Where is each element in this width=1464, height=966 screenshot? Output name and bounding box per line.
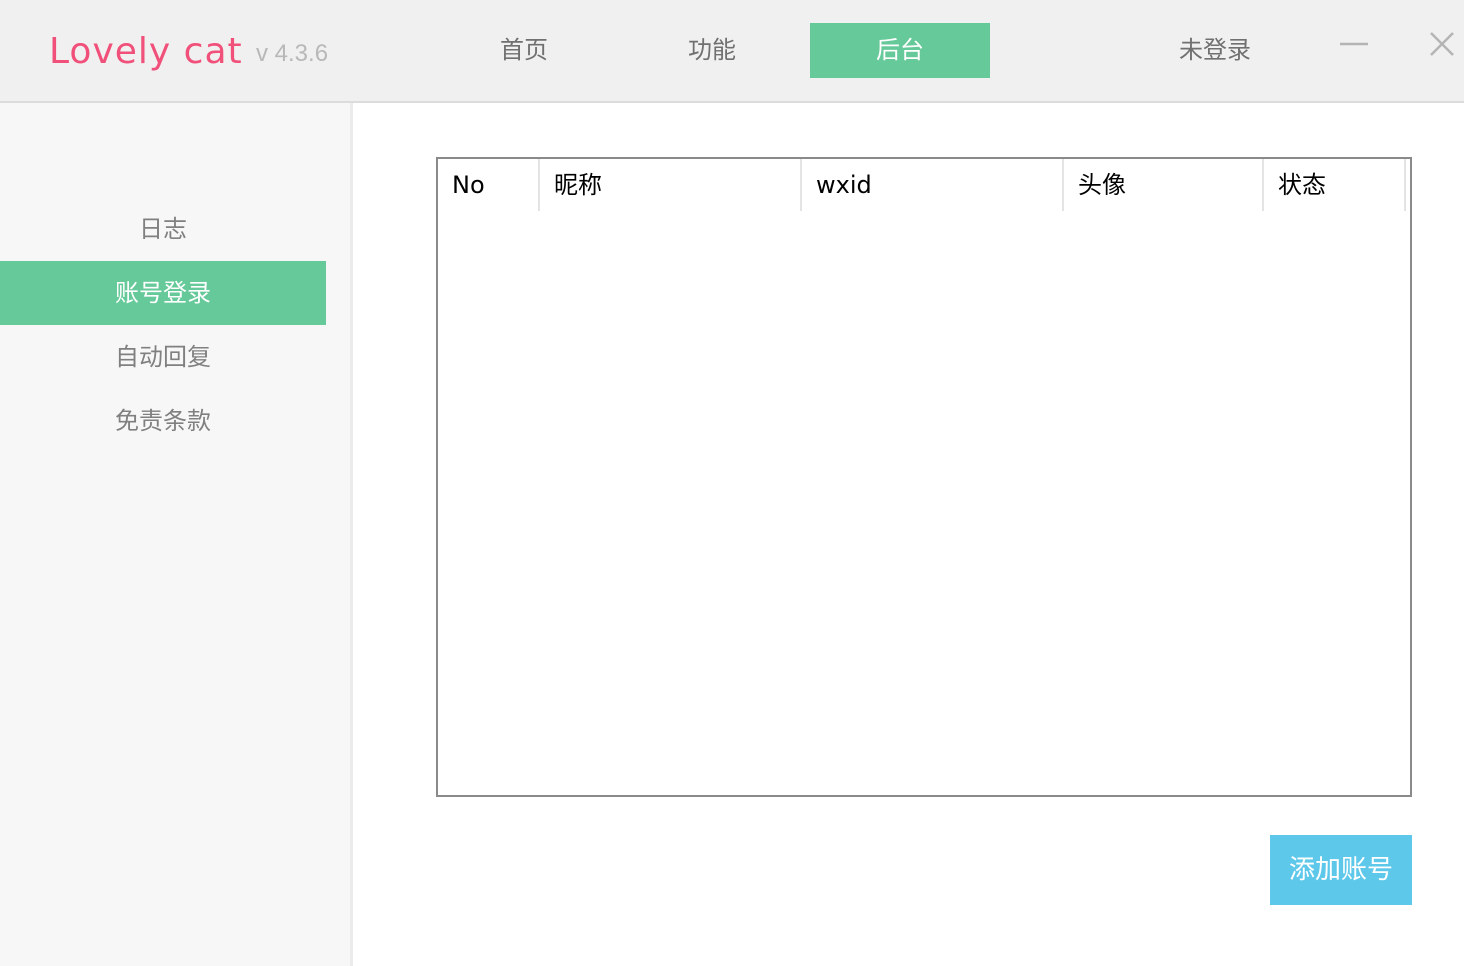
sidebar-item-auto-reply[interactable]: 自动回复 (0, 325, 326, 389)
accounts-table[interactable]: No 昵称 wxid 头像 状态 (436, 157, 1412, 797)
sidebar: 日志 账号登录 自动回复 免责条款 (0, 103, 353, 966)
tab-features[interactable]: 功能 (622, 23, 802, 78)
sidebar-item-account-login[interactable]: 账号登录 (0, 261, 326, 325)
app-version: v 4.3.6 (256, 40, 329, 67)
column-header-status[interactable]: 状态 (1264, 159, 1406, 211)
table-header: No 昵称 wxid 头像 状态 (438, 159, 1406, 211)
column-header-no[interactable]: No (438, 159, 540, 211)
tab-backend[interactable]: 后台 (810, 23, 990, 78)
tab-home[interactable]: 首页 (434, 23, 614, 78)
column-header-wxid[interactable]: wxid (802, 159, 1064, 211)
column-header-nickname[interactable]: 昵称 (540, 159, 802, 211)
minimize-icon[interactable] (1332, 22, 1376, 66)
sidebar-item-disclaimer[interactable]: 免责条款 (0, 389, 326, 453)
login-status[interactable]: 未登录 (1160, 23, 1270, 78)
title-bar: Lovely cat v 4.3.6 首页 功能 后台 未登录 (0, 0, 1464, 103)
app-title: Lovely cat (49, 31, 243, 72)
close-icon[interactable] (1420, 22, 1464, 66)
sidebar-item-log[interactable]: 日志 (0, 197, 326, 261)
column-header-avatar[interactable]: 头像 (1064, 159, 1264, 211)
add-account-button[interactable]: 添加账号 (1270, 835, 1412, 905)
